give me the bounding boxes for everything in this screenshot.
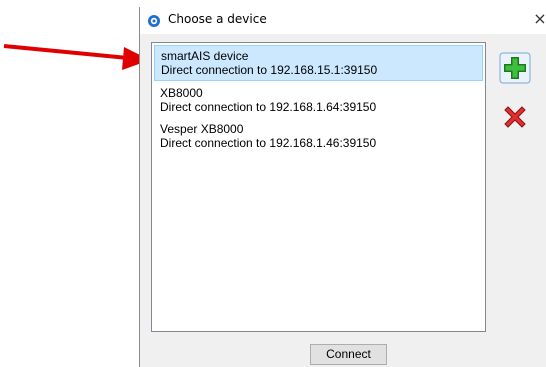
app-icon bbox=[148, 15, 160, 27]
close-button[interactable]: × bbox=[532, 10, 546, 28]
device-connection: Direct connection to 192.168.1.64:39150 bbox=[160, 100, 377, 114]
title-bar: Choose a device × bbox=[140, 7, 546, 34]
connect-button[interactable]: Connect bbox=[310, 344, 387, 365]
annotation-arrow bbox=[3, 44, 150, 70]
dialog-title: Choose a device bbox=[168, 12, 267, 26]
device-connection: Direct connection to 192.168.15.1:39150 bbox=[161, 63, 378, 77]
device-item[interactable]: Vesper XB8000 Direct connection to 192.1… bbox=[154, 119, 483, 155]
device-item[interactable]: smartAIS device Direct connection to 192… bbox=[154, 45, 483, 81]
add-device-button[interactable] bbox=[499, 52, 531, 84]
plus-icon bbox=[499, 52, 531, 84]
device-name: Vesper XB8000 bbox=[160, 122, 244, 136]
choose-device-dialog: Choose a device × smartAIS device Direct… bbox=[139, 7, 546, 367]
x-icon bbox=[504, 106, 526, 128]
remove-device-button[interactable] bbox=[499, 101, 531, 133]
device-name: smartAIS device bbox=[161, 49, 249, 63]
device-connection: Direct connection to 192.168.1.46:39150 bbox=[160, 136, 377, 150]
device-item[interactable]: XB8000 Direct connection to 192.168.1.64… bbox=[154, 83, 483, 119]
device-name: XB8000 bbox=[160, 86, 203, 100]
device-list[interactable]: smartAIS device Direct connection to 192… bbox=[151, 42, 486, 332]
